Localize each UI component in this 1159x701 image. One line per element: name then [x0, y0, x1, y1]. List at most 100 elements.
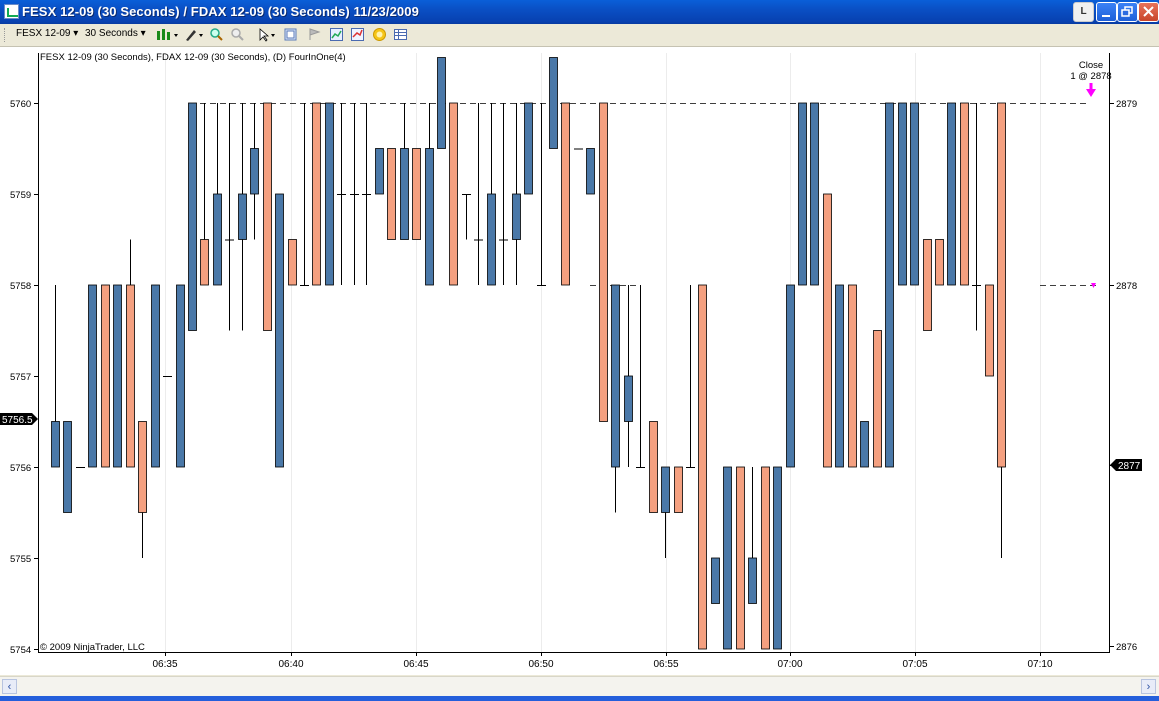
price-bar: [674, 466, 683, 513]
chart-panel[interactable]: 5760 5759 5758 5757 5756 5755 5754 2879 2878 287…: [0, 47, 1159, 675]
restore-button[interactable]: [1117, 2, 1138, 22]
right-price-marker-text: 2877: [1118, 461, 1141, 472]
x-tick-label: 07:10: [1027, 659, 1052, 670]
taskbar-strip: [0, 696, 1159, 701]
bar-body: [599, 102, 608, 422]
left-price-marker: 5756.5: [0, 413, 38, 426]
bar-body: [810, 102, 819, 286]
copyright-label: © 2009 NinjaTrader, LLC: [40, 642, 145, 653]
link-button[interactable]: L: [1073, 2, 1094, 22]
bar-body: [947, 102, 956, 286]
price-bar: [225, 103, 234, 331]
price-bar: [101, 284, 110, 468]
execution-label-detail: 1 @ 2878: [1070, 71, 1111, 82]
pencil-icon[interactable]: [184, 28, 206, 41]
minimize-button[interactable]: [1096, 2, 1117, 22]
bar-body: [985, 284, 994, 377]
bar-body: [773, 466, 782, 650]
price-bar: [723, 466, 732, 650]
bar-body: [960, 102, 969, 286]
bar-body: [449, 102, 458, 286]
price-bar: [163, 376, 172, 377]
price-chart[interactable]: 5760 5759 5758 5757 5756 5755 5754 2879 2878 287…: [0, 47, 1159, 675]
time-axis: 06:35 06:40 06:45 06:50 06:55 07:00 07:05 07:10: [152, 652, 1053, 670]
price-bar: [860, 421, 869, 468]
properties-icon[interactable]: [284, 28, 297, 41]
left-price-axis: 5760 5759 5758 5757 5756 5755 5754: [10, 99, 38, 656]
chart-toolbar: FESX 12-09 ▾ 30 Seconds ▾: [0, 24, 1159, 47]
price-bar: [200, 103, 209, 286]
left-price-marker-text: 5756.5: [2, 415, 33, 426]
interval-selector[interactable]: 30 Seconds ▾: [85, 28, 146, 39]
coin-icon[interactable]: [373, 28, 386, 41]
bar-body: [387, 148, 396, 240]
y-tick-label: 5756: [10, 463, 31, 474]
price-bar: [487, 103, 496, 286]
price-bar: [599, 102, 608, 422]
bar-body: [126, 284, 135, 468]
price-bar: [300, 103, 309, 286]
bar-body: [176, 284, 185, 468]
y2-tick-label: 2879: [1116, 99, 1137, 110]
cursor-icon[interactable]: [258, 28, 280, 42]
bar-body: [698, 284, 707, 650]
x-tick-label: 07:05: [902, 659, 927, 670]
chart-grid: [165, 53, 1100, 652]
bar-body: [51, 421, 60, 468]
zoom-out-icon[interactable]: [231, 28, 244, 41]
zoom-in-icon[interactable]: [210, 28, 223, 41]
bar-body: [860, 421, 869, 468]
bar-body: [910, 102, 919, 286]
price-bar: [736, 466, 745, 650]
price-bar: [711, 557, 720, 604]
price-bar: [462, 194, 471, 240]
price-bar: [885, 102, 894, 468]
price-bar: [250, 103, 259, 240]
bar-body: [250, 148, 259, 195]
price-bar: [138, 421, 147, 558]
y2-tick-label: 2878: [1116, 281, 1137, 292]
price-bar: [698, 284, 707, 650]
bar-body: [885, 102, 894, 468]
price-bar: [624, 285, 633, 467]
grid-icon[interactable]: [394, 28, 407, 41]
bar-body: [400, 148, 409, 240]
price-bar: [387, 148, 396, 240]
bar-body: [200, 239, 209, 286]
bar-body: [138, 421, 147, 513]
chart-header: FESX 12-09 (30 Seconds), FDAX 12-09 (30 …: [40, 52, 346, 63]
candlestick-icon[interactable]: [156, 28, 180, 41]
x-tick-label: 06:35: [152, 659, 177, 670]
interval-label: 30 Seconds: [85, 28, 138, 39]
price-bar: [574, 148, 583, 150]
flag-icon[interactable]: [308, 28, 321, 41]
instrument-label: FESX 12-09: [16, 28, 71, 39]
sell-arrow-icon: [1086, 83, 1096, 97]
app-icon: [4, 4, 19, 19]
price-bar: [362, 103, 371, 285]
price-bar: [611, 284, 620, 513]
bar-body: [736, 466, 745, 650]
price-bar: [474, 103, 483, 285]
bar-body: [88, 284, 97, 468]
bar-body: [63, 421, 72, 513]
instrument-selector[interactable]: FESX 12-09 ▾: [16, 28, 78, 39]
price-bar: [947, 102, 956, 286]
bar-body: [748, 557, 757, 604]
close-button[interactable]: [1138, 2, 1159, 22]
horizontal-scrollbar[interactable]: ‹ ›: [0, 676, 1159, 697]
price-bar: [985, 284, 994, 377]
scroll-left-button[interactable]: ‹: [2, 679, 17, 694]
chart-bars: [51, 57, 1006, 650]
price-bar: [325, 102, 334, 286]
right-price-marker: 2877: [1110, 459, 1142, 472]
chart-icon[interactable]: [330, 28, 343, 41]
toolbar-grip: [4, 28, 8, 42]
window-title: FESX 12-09 (30 Seconds) / FDAX 12-09 (30…: [22, 4, 419, 19]
price-bar: [773, 466, 782, 650]
scroll-right-button[interactable]: ›: [1141, 679, 1156, 694]
chart-trader-icon[interactable]: [351, 28, 364, 41]
bar-body: [586, 148, 595, 195]
bar-body: [674, 466, 683, 513]
price-bar: [798, 102, 807, 286]
